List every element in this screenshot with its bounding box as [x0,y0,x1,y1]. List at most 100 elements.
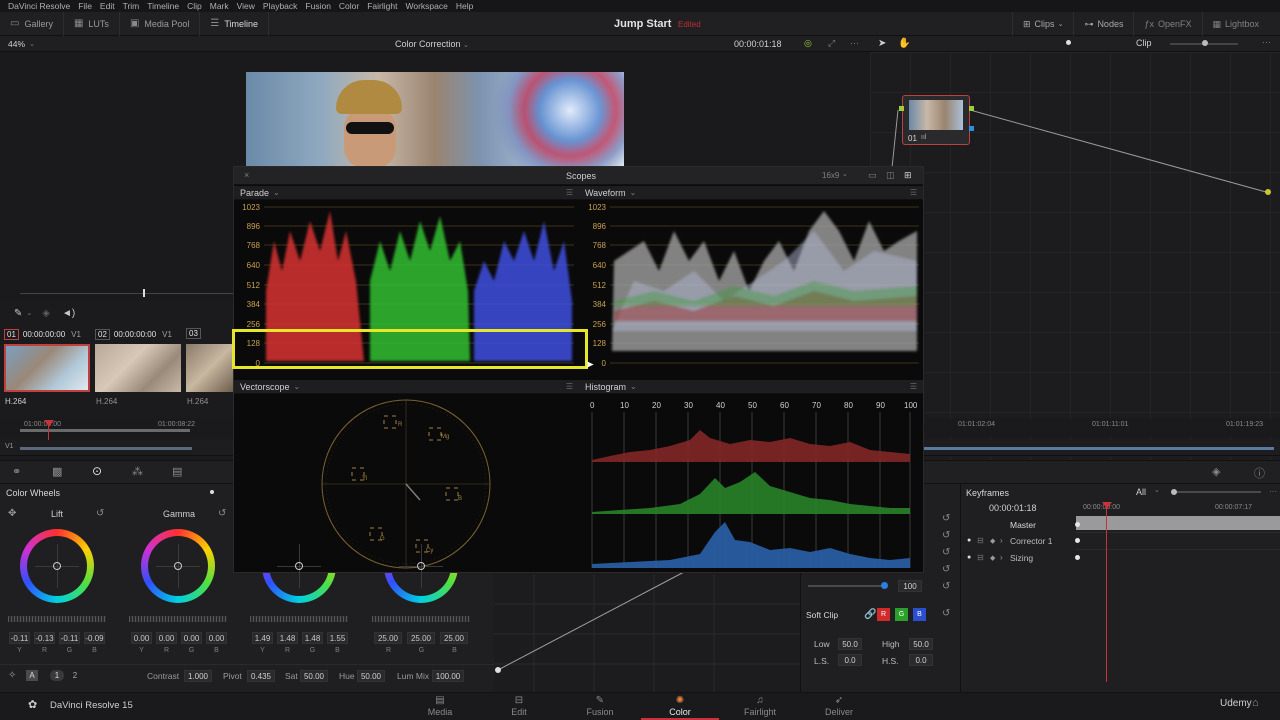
hand-tool-icon[interactable]: ✋ [898,38,910,49]
offset-master-slider[interactable] [372,616,470,622]
layers-icon[interactable]: ◈ [42,308,50,319]
reset-icon[interactable]: ↺ [942,530,950,541]
menu-mark[interactable]: Mark [210,1,229,11]
keyframes-zoom-slider[interactable] [1171,491,1261,493]
menu-help[interactable]: Help [456,1,473,11]
lift-y-value[interactable]: -0.11 [9,632,30,644]
keyframe-row-sizing[interactable]: ● ⊟ ◆ › Sizing [960,549,1280,566]
offset-g-value[interactable]: 25.00 [407,632,435,644]
scopes-titlebar[interactable]: × Scopes 16x9 ⌄ ▭ ◫ ⊞ [234,167,923,185]
gain-r-value[interactable]: 1.48 [277,632,298,644]
chevron-down-icon[interactable]: ⌄ [842,170,848,178]
quad-view-icon[interactable]: ⊞ [904,170,912,181]
reset-icon[interactable]: ↺ [942,581,950,592]
hue-value[interactable]: 50.00 [357,670,385,682]
low-value[interactable]: 50.0 [838,638,862,650]
hs-value[interactable]: 0.0 [909,654,933,666]
clip-thumbnail-03[interactable] [186,344,234,392]
green-channel-button[interactable]: G [895,608,908,621]
clip-header-03[interactable]: 03 [186,328,201,339]
reset-icon[interactable]: ↺ [942,608,950,619]
keyframe-marker[interactable] [1075,522,1080,527]
keyframes-zoom-handle[interactable] [1171,489,1177,495]
node-mode[interactable]: Clip [1136,38,1152,48]
scopes-aspect[interactable]: 16x9 [822,171,839,180]
openfx-button[interactable]: ƒx OpenFX [1133,12,1201,36]
visibility-icon[interactable]: ● [967,537,971,544]
clip-header-02[interactable]: 02 00:00:00:00 V1 [95,329,172,340]
keyframe-marker[interactable] [1075,555,1080,560]
more-options-icon[interactable]: ··· [850,38,859,48]
color-node-01[interactable]: 01 ııl [899,95,974,145]
expand-arrow-icon[interactable]: › [1000,553,1003,562]
menu-fusion[interactable]: Fusion [305,1,331,11]
keyframe-row-master[interactable]: Master [960,516,1280,533]
camera-raw-icon[interactable]: ⚭ [12,465,21,478]
timeline-button[interactable]: ☰ Timeline [200,11,270,36]
link-icon[interactable]: 🔗 [864,609,876,620]
offset-r-value[interactable]: 25.00 [374,632,402,644]
menu-fairlight[interactable]: Fairlight [367,1,397,11]
track-clip[interactable] [924,447,1274,450]
scope-settings-icon[interactable]: ☰ [566,188,573,197]
scopes-window[interactable]: × Scopes 16x9 ⌄ ▭ ◫ ⊞ Parade ⌄ ☰ Waveform… [233,166,924,573]
lightbox-button[interactable]: ▦ Lightbox [1201,12,1270,36]
viewer-mode[interactable]: Color Correction ⌄ [395,39,469,49]
lummix-value[interactable]: 100.00 [432,670,464,682]
keyframes-filter[interactable]: All [1136,487,1146,497]
menu-timeline[interactable]: Timeline [147,1,179,11]
video-frame[interactable] [246,72,624,168]
page-2-button[interactable]: 2 [68,670,82,681]
qualifier-slider-handle[interactable] [881,582,888,589]
picker-icon[interactable]: ✎ [14,308,22,319]
red-channel-button[interactable]: R [877,608,890,621]
clip-thumbnail-01[interactable] [4,344,90,392]
menu-view[interactable]: View [237,1,255,11]
gain-g-value[interactable]: 1.48 [302,632,323,644]
keyframe-playhead-icon[interactable] [1102,502,1112,509]
menu-clip[interactable]: Clip [187,1,202,11]
rgb-mixer-icon[interactable]: ⁂ [132,465,143,478]
info-icon[interactable]: ⓘ [1254,465,1265,481]
menu-app[interactable]: DaVinci Resolve [8,1,70,11]
page-1-button[interactable]: 1 [50,670,64,681]
pointer-tool-icon[interactable]: ➤ [878,38,886,49]
gain-y-value[interactable]: 1.49 [252,632,273,644]
blue-channel-button[interactable]: B [913,608,926,621]
timeline-playhead-icon[interactable] [44,420,54,427]
reset-icon[interactable]: ↺ [96,508,104,519]
ls-value[interactable]: 0.0 [838,654,862,666]
menu-file[interactable]: File [78,1,92,11]
page-color[interactable]: ✺ Color [641,692,719,720]
keyframe-row-corrector[interactable]: ● ⊟ ◆ › Corrector 1 [960,532,1280,549]
zoom-chevron-icon[interactable]: ⌄ [29,40,35,48]
lift-wheel[interactable] [20,529,94,603]
menu-color[interactable]: Color [339,1,359,11]
reset-icon[interactable]: ↺ [218,508,226,519]
visibility-icon[interactable]: ● [967,554,971,561]
nodes-button[interactable]: ⊶ Nodes [1073,12,1133,36]
gamma-master-slider[interactable] [129,616,227,622]
keyframe-diamond-icon[interactable]: ◆ [990,537,995,545]
contrast-value[interactable]: 1.000 [184,670,212,682]
home-icon[interactable]: ⌂ [1252,697,1259,709]
scope-settings-icon[interactable]: ☰ [910,188,917,197]
keyframes-icon[interactable]: ◈ [1212,465,1220,478]
gamma-r-value[interactable]: 0.00 [156,632,177,644]
fullscreen-icon[interactable]: ⤢ [828,38,835,49]
gallery-button[interactable]: ▭ Gallery [0,11,64,36]
luts-button[interactable]: ▦ LUTs [64,11,120,36]
more-options-icon[interactable]: ··· [1262,37,1271,47]
viewer-playhead[interactable] [143,289,145,297]
auto-balance-icon[interactable]: ✧ [8,670,16,681]
expand-arrow-icon[interactable]: › [1000,536,1003,545]
viewer-scrubber[interactable] [20,293,240,294]
page-media[interactable]: ▤ Media [401,692,479,720]
crosshair-icon[interactable]: ✥ [8,508,16,519]
qualifier-value[interactable]: 100 [898,580,922,592]
gamma-wheel[interactable] [141,529,215,603]
reset-icon[interactable]: ↺ [942,564,950,575]
clip-header-01[interactable]: 01 00:00:00:00 V1 [4,329,81,340]
keyframe-marker[interactable] [1075,538,1080,543]
menu-workspace[interactable]: Workspace [405,1,447,11]
